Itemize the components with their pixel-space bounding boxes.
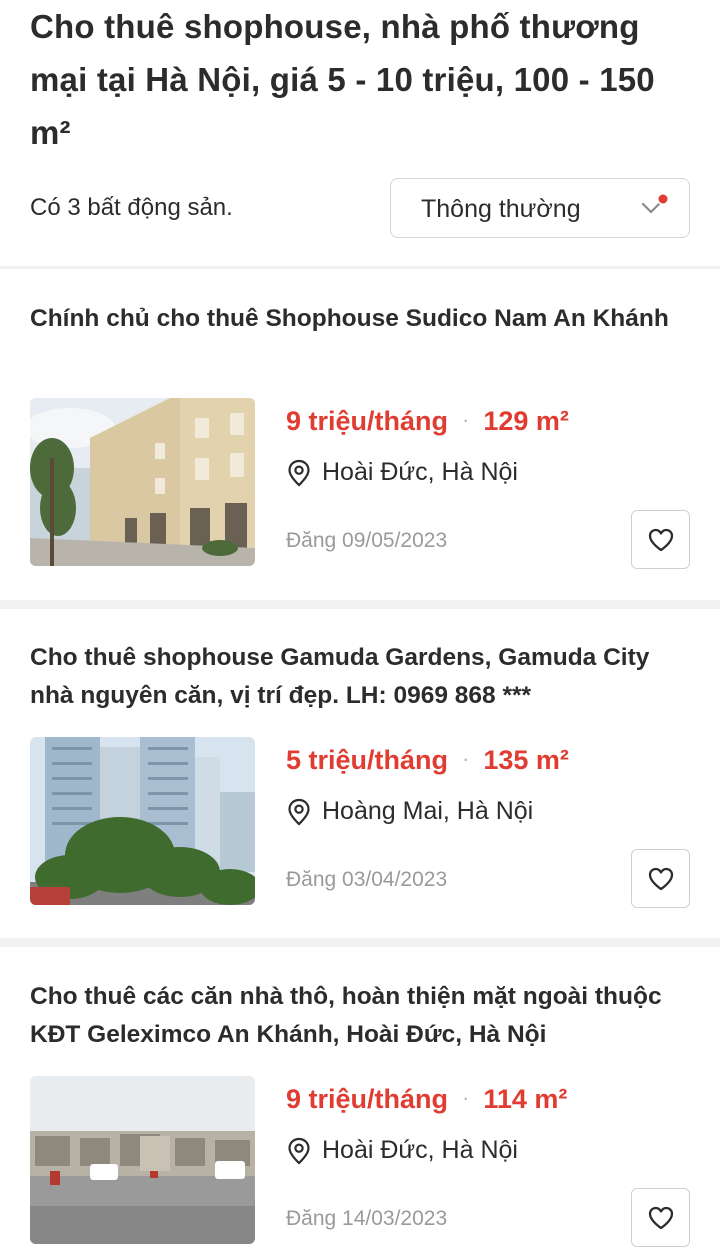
listing-area: 114 m² bbox=[483, 1084, 568, 1114]
listing-location: Hoài Đức, Hà Nội bbox=[322, 458, 518, 486]
listing-price: 9 triệu/tháng bbox=[286, 406, 449, 436]
sort-dropdown[interactable]: Thông thường bbox=[390, 178, 690, 238]
price-row: 5 triệu/tháng · 135 m² bbox=[286, 745, 569, 776]
result-count: Có 3 bất động sản. bbox=[30, 194, 233, 221]
location-row: Hoài Đức, Hà Nội bbox=[286, 1136, 518, 1165]
listing-thumbnail[interactable] bbox=[30, 1076, 255, 1244]
page-title: Cho thuê shophouse, nhà phố thương mại t… bbox=[30, 8, 655, 151]
price-row: 9 triệu/tháng · 129 m² bbox=[286, 406, 569, 437]
listing-location: Hoàng Mai, Hà Nội bbox=[322, 797, 534, 825]
price-separator: · bbox=[462, 1085, 470, 1110]
map-pin-icon bbox=[288, 798, 310, 825]
price-row: 9 triệu/tháng · 114 m² bbox=[286, 1084, 567, 1115]
section-divider bbox=[0, 600, 720, 609]
listing-title[interactable]: Chính chủ cho thuê Shophouse Sudico Nam … bbox=[30, 300, 690, 338]
listing-card[interactable]: Chính chủ cho thuê Shophouse Sudico Nam … bbox=[0, 300, 720, 590]
heart-icon bbox=[648, 528, 673, 551]
price-separator: · bbox=[462, 407, 470, 432]
listing-area: 135 m² bbox=[483, 745, 569, 775]
location-row: Hoàng Mai, Hà Nội bbox=[286, 797, 533, 826]
location-row: Hoài Đức, Hà Nội bbox=[286, 458, 518, 487]
price-separator: · bbox=[462, 746, 470, 771]
listing-thumbnail[interactable] bbox=[30, 398, 255, 566]
listing-thumbnail[interactable] bbox=[30, 737, 255, 905]
favorite-button[interactable] bbox=[631, 1188, 690, 1247]
map-pin-icon bbox=[288, 459, 310, 486]
listing-date: Đăng 14/03/2023 bbox=[286, 1207, 448, 1230]
heart-icon bbox=[648, 1206, 673, 1229]
listing-price: 9 triệu/tháng bbox=[286, 1084, 449, 1114]
favorite-button[interactable] bbox=[631, 510, 690, 569]
favorite-button[interactable] bbox=[631, 849, 690, 908]
listing-area: 129 m² bbox=[483, 406, 569, 436]
listing-title[interactable]: Cho thuê các căn nhà thô, hoàn thiện mặt… bbox=[30, 978, 690, 1054]
heart-icon bbox=[648, 867, 673, 890]
listing-location: Hoài Đức, Hà Nội bbox=[322, 1136, 518, 1164]
sort-selected-label: Thông thường bbox=[421, 195, 581, 223]
chevron-down-icon bbox=[641, 193, 669, 214]
listing-title[interactable]: Cho thuê shophouse Gamuda Gardens, Gamud… bbox=[30, 639, 690, 715]
listing-price: 5 triệu/tháng bbox=[286, 745, 449, 775]
section-divider bbox=[0, 938, 720, 947]
map-pin-icon bbox=[288, 1137, 310, 1164]
section-divider bbox=[0, 266, 720, 269]
listing-date: Đăng 09/05/2023 bbox=[286, 529, 448, 552]
listing-card[interactable]: Cho thuê các căn nhà thô, hoàn thiện mặt… bbox=[0, 978, 720, 1260]
listing-card[interactable]: Cho thuê shophouse Gamuda Gardens, Gamud… bbox=[0, 639, 720, 929]
listing-date: Đăng 03/04/2023 bbox=[286, 868, 448, 891]
